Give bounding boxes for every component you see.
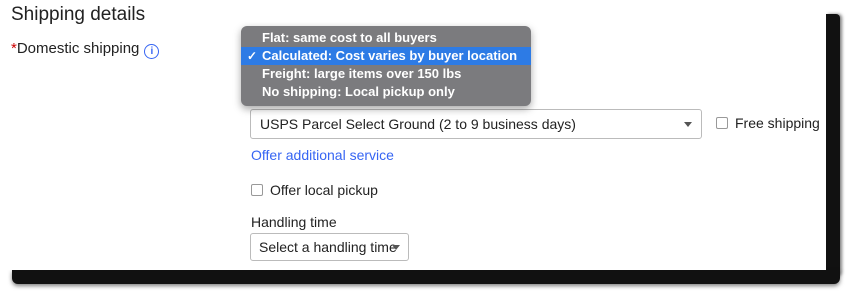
menu-item-freight[interactable]: Freight: large items over 150 lbs: [241, 65, 531, 83]
menu-item-no-shipping[interactable]: No shipping: Local pickup only: [241, 83, 531, 101]
chevron-down-icon: [684, 122, 692, 127]
checkmark-icon: ✓: [247, 49, 258, 63]
menu-item-label: Freight: large items over 150 lbs: [262, 66, 462, 81]
menu-item-flat[interactable]: Flat: same cost to all buyers: [241, 29, 531, 47]
local-pickup-label: Offer local pickup: [270, 182, 378, 198]
free-shipping-option[interactable]: Free shipping: [716, 115, 820, 131]
info-icon[interactable]: i: [144, 44, 160, 59]
shipping-details-panel: Shipping details *Domestic shipping i USP…: [0, 0, 826, 270]
offer-additional-service-link[interactable]: Offer additional service: [251, 147, 394, 163]
domestic-shipping-dropdown-menu: Flat: same cost to all buyers ✓ Calculat…: [241, 26, 531, 106]
handling-time-select[interactable]: Select a handling time: [250, 233, 409, 261]
shipping-service-select[interactable]: USPS Parcel Select Ground (2 to 9 busine…: [250, 109, 702, 139]
section-title: Shipping details: [11, 4, 146, 25]
domestic-shipping-text: Domestic shipping: [16, 40, 140, 57]
handling-time-value: Select a handling time: [259, 239, 397, 255]
menu-item-label: Flat: same cost to all buyers: [262, 30, 437, 45]
free-shipping-label: Free shipping: [735, 115, 820, 131]
handling-time-label: Handling time: [251, 214, 337, 230]
menu-item-label: No shipping: Local pickup only: [262, 84, 455, 99]
local-pickup-option[interactable]: Offer local pickup: [251, 182, 378, 198]
frame-shadow-right: [826, 14, 840, 276]
frame-shadow-bottom: [12, 270, 840, 284]
domestic-shipping-label: *Domestic shipping i: [11, 40, 160, 59]
menu-item-label: Calculated: Cost varies by buyer locatio…: [262, 48, 518, 63]
chevron-down-icon: [392, 245, 400, 250]
shipping-service-value: USPS Parcel Select Ground (2 to 9 busine…: [260, 116, 576, 132]
local-pickup-checkbox[interactable]: [251, 184, 263, 196]
menu-item-calculated[interactable]: ✓ Calculated: Cost varies by buyer locat…: [241, 47, 531, 65]
free-shipping-checkbox[interactable]: [716, 117, 728, 129]
